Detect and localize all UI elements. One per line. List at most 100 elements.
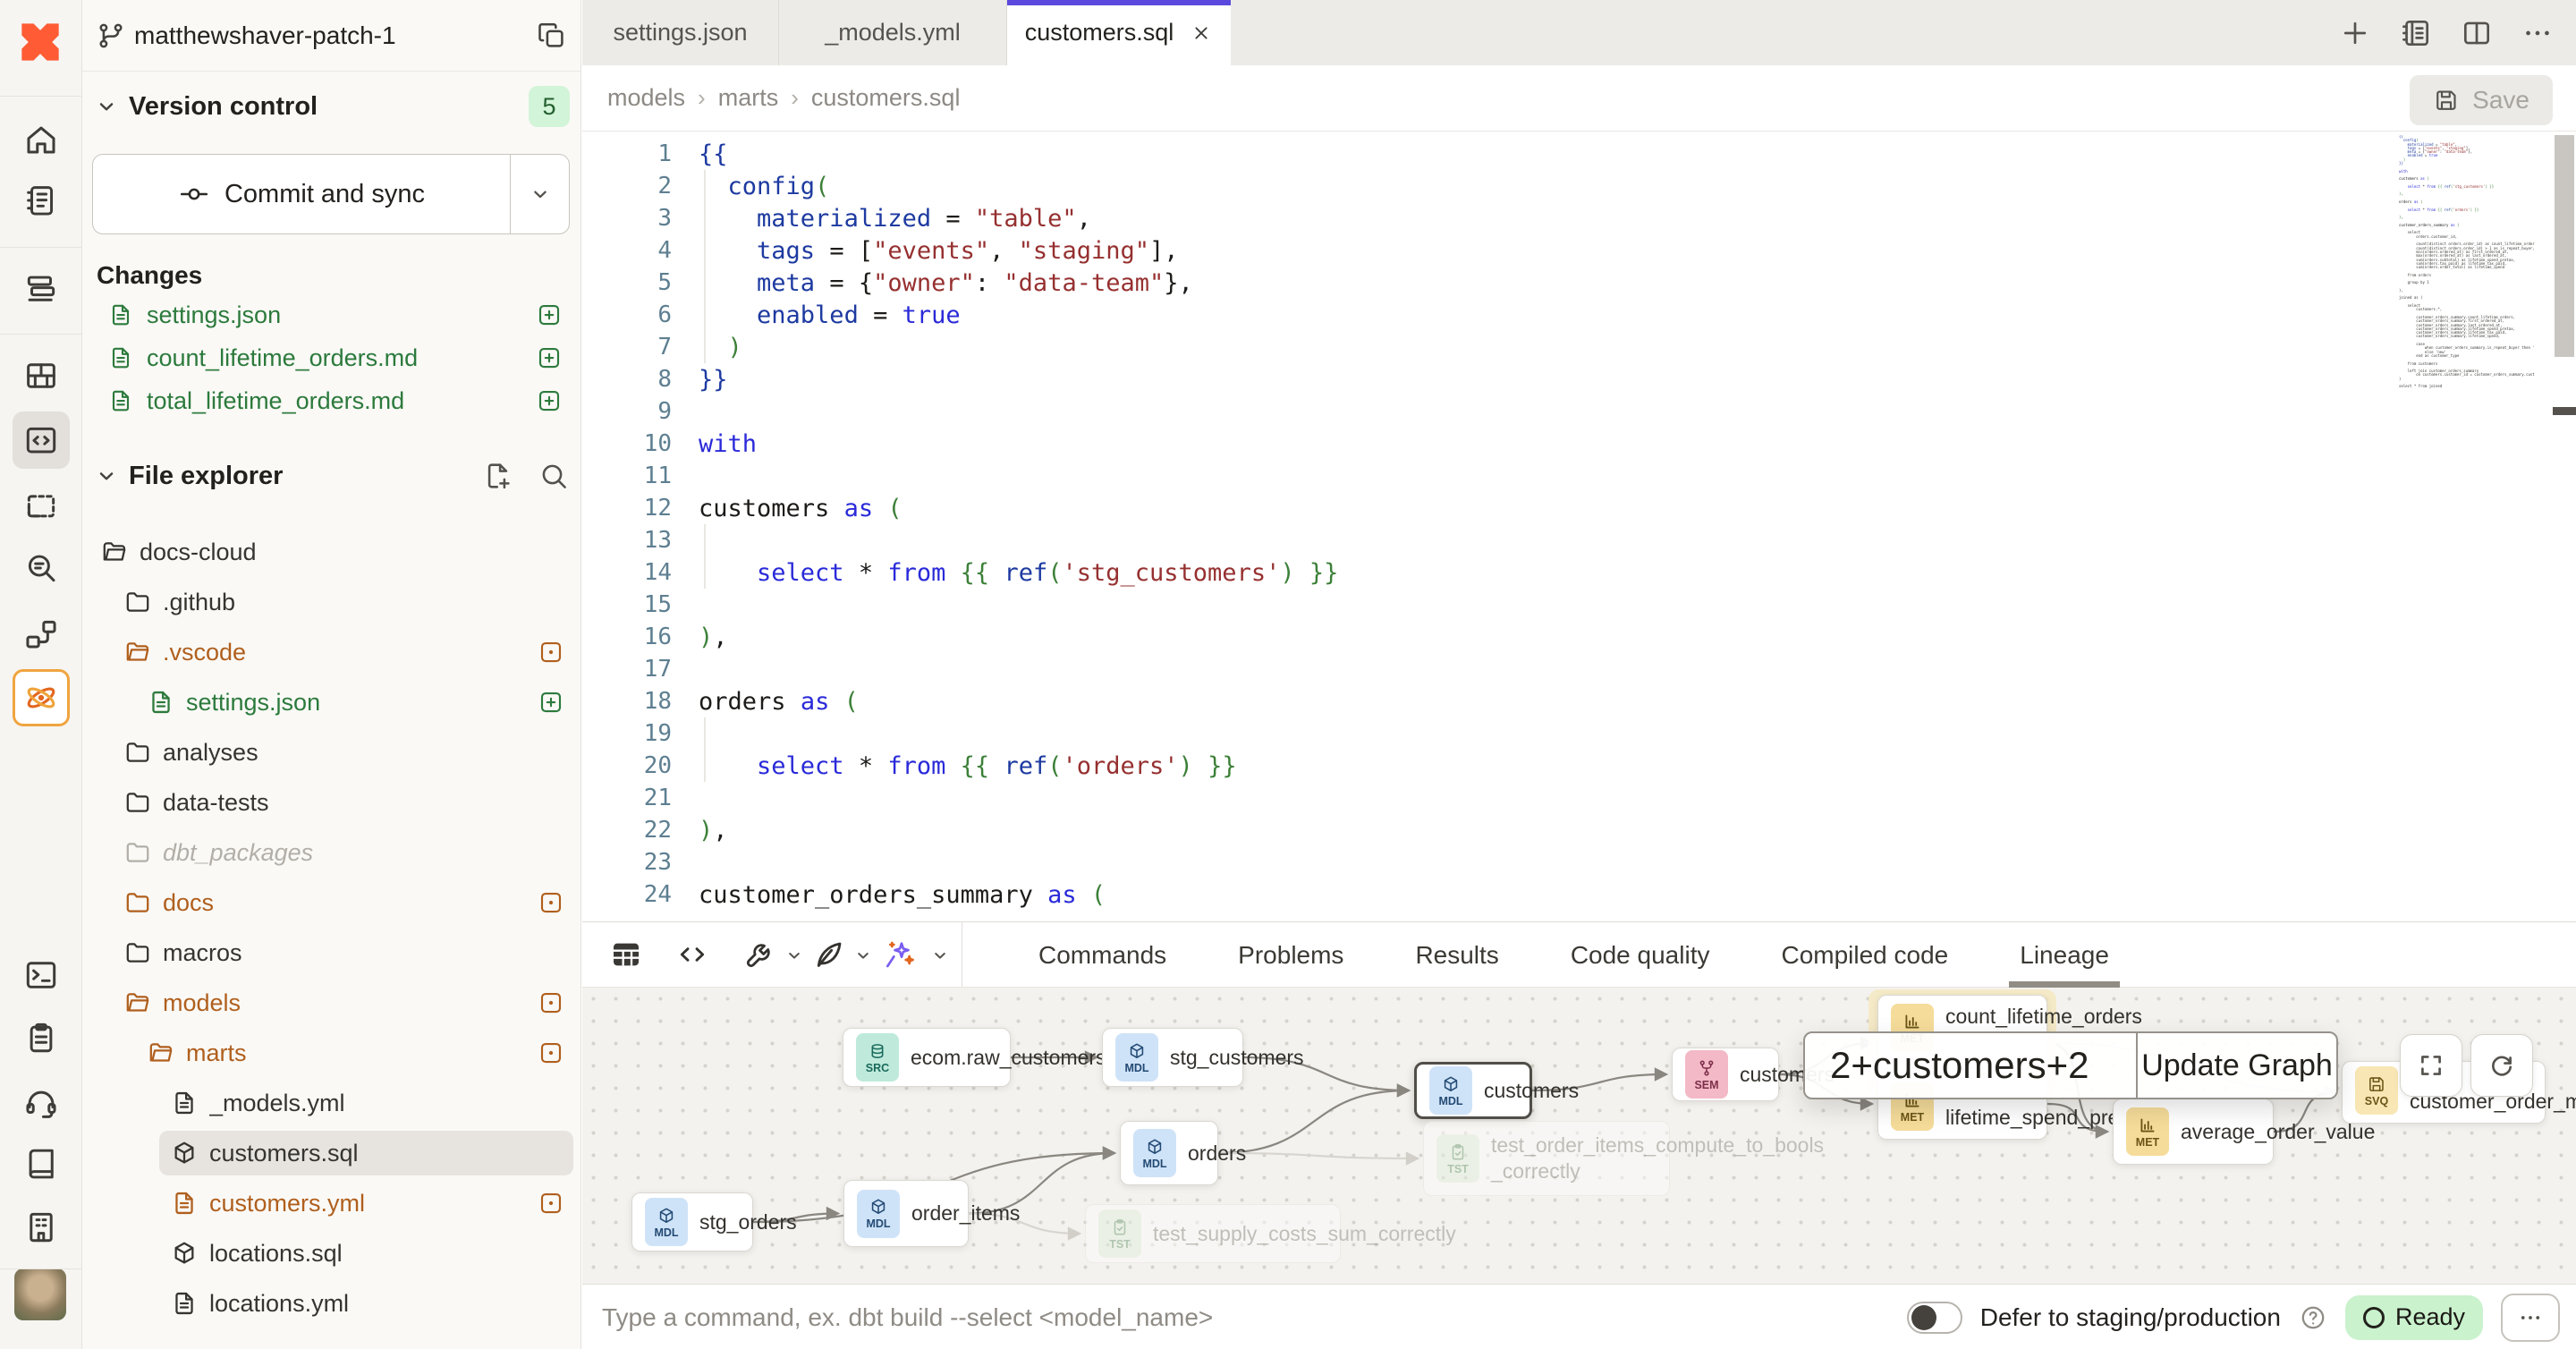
list-icon[interactable] [2399, 16, 2433, 50]
rail-item-flow[interactable] [13, 606, 70, 663]
chevron-down-icon[interactable] [784, 945, 805, 966]
chevron-down-icon[interactable] [929, 945, 951, 966]
tab-customers.sql[interactable]: customers.sql [1007, 0, 1231, 65]
tree-item-docs[interactable]: docs [82, 878, 580, 928]
wrench-icon[interactable] [741, 935, 780, 974]
rail-item-copilot[interactable] [13, 669, 70, 726]
modified-badge-icon[interactable] [536, 637, 566, 667]
commit-dropdown[interactable] [510, 155, 569, 233]
added-badge-icon[interactable] [534, 386, 564, 416]
lineage-search-input[interactable]: 2+customers+2 [1805, 1033, 2136, 1098]
tree-item-analyses[interactable]: analyses [82, 727, 580, 777]
breadcrumb-item[interactable]: marts [718, 84, 779, 112]
tree-item-.github[interactable]: .github [82, 577, 580, 627]
console-tab-commands[interactable]: Commands [1003, 922, 1202, 988]
tree-item-models[interactable]: models [82, 978, 580, 1028]
breadcrumb-item[interactable]: customers.sql [811, 84, 961, 112]
status-badge[interactable]: Ready [2345, 1295, 2483, 1340]
version-control-header[interactable]: Version control 5 [93, 86, 570, 127]
commit-and-sync-button[interactable]: Commit and sync [92, 154, 570, 234]
added-badge-icon[interactable] [534, 343, 564, 373]
rail-item-dashed-window[interactable] [13, 477, 70, 534]
rail-item-clipboard[interactable] [13, 1009, 70, 1066]
tree-item-macros[interactable]: macros [82, 928, 580, 978]
chevron-down-icon[interactable] [93, 93, 120, 120]
tree-item-data-tests[interactable]: data-tests [82, 777, 580, 827]
console-tab-compiled-code[interactable]: Compiled code [1745, 922, 1984, 988]
copy-icon[interactable] [536, 20, 568, 52]
modified-badge-icon[interactable] [536, 887, 566, 918]
plus-icon[interactable] [2338, 16, 2372, 50]
rail-item-grid[interactable] [13, 347, 70, 404]
lineage-node-raw_customers[interactable]: SRCecom.raw_customers [843, 1028, 1011, 1087]
help-icon[interactable] [2299, 1303, 2327, 1332]
lineage-canvas[interactable]: SRCecom.raw_customers MDLstg_customers MDL… [582, 988, 2576, 1284]
lineage-node-average_order_value[interactable]: METaverage_order_value [2113, 1099, 2274, 1165]
file-explorer-header[interactable]: File explorer [93, 460, 570, 492]
wand-icon[interactable] [881, 935, 920, 974]
modified-badge-icon[interactable] [536, 1188, 566, 1218]
added-badge-icon[interactable] [536, 687, 566, 717]
table-icon[interactable] [606, 935, 646, 974]
rail-item-code-window[interactable] [13, 411, 70, 469]
branch-selector[interactable]: matthewshaver-patch-1 [82, 0, 580, 72]
new-file-icon[interactable] [482, 460, 514, 492]
breadcrumb-item[interactable]: models [607, 84, 685, 112]
tab-_models.yml[interactable]: _models.yml [779, 0, 1007, 65]
update-graph-button[interactable]: Update Graph [2138, 1033, 2336, 1098]
tree-item-dbt_packages[interactable]: dbt_packages [82, 827, 580, 878]
tree-item-customers.sql[interactable]: customers.sql [82, 1128, 580, 1178]
tree-item-docs-cloud[interactable]: docs-cloud [82, 527, 580, 577]
console-tab-results[interactable]: Results [1379, 922, 1534, 988]
console-tab-lineage[interactable]: Lineage [1984, 922, 2145, 988]
split-icon[interactable] [2460, 16, 2494, 50]
code-editor[interactable]: 1{{2 config(3 materialized = "table",4 t… [582, 132, 2576, 921]
changed-file-row[interactable]: total_lifetime_orders.md [82, 379, 580, 422]
added-badge-icon[interactable] [534, 300, 564, 330]
tree-item-customers.yml[interactable]: customers.yml [82, 1178, 580, 1228]
lineage-node-test_supply[interactable]: TSTtest_supply_costs_sum_correctly [1085, 1204, 1341, 1263]
lineage-node-stg_orders[interactable]: MDLstg_orders [631, 1192, 753, 1251]
rail-item-search-doc[interactable] [13, 539, 70, 597]
save-button[interactable]: Save [2410, 75, 2553, 125]
lineage-node-orders[interactable]: MDLorders [1120, 1121, 1218, 1185]
tree-item-.vscode[interactable]: .vscode [82, 627, 580, 677]
defer-toggle[interactable] [1907, 1302, 1962, 1334]
chevron-down-icon[interactable] [852, 945, 874, 966]
tree-item-locations.sql[interactable]: locations.sql [82, 1228, 580, 1278]
fullscreen-button[interactable] [2400, 1034, 2462, 1097]
rail-item-building[interactable] [13, 1199, 70, 1256]
lineage-node-customers_sem[interactable]: SEMcustomers [1672, 1048, 1779, 1101]
rail-item-terminal[interactable] [13, 946, 70, 1004]
avatar[interactable] [14, 1268, 66, 1320]
close-icon[interactable] [1190, 21, 1213, 45]
lineage-node-stg_customers[interactable]: MDLstg_customers [1102, 1028, 1243, 1087]
lineage-node-order_items[interactable]: MDLorder_items [843, 1180, 969, 1247]
console-tab-problems[interactable]: Problems [1202, 922, 1379, 988]
rail-item-stack[interactable] [13, 260, 70, 318]
changed-file-row[interactable]: settings.json [82, 293, 580, 336]
editor-scrollbar[interactable] [2553, 132, 2576, 921]
more-options-button[interactable] [2501, 1294, 2560, 1342]
rail-item-book[interactable] [13, 1134, 70, 1192]
scrollbar-thumb[interactable] [2555, 135, 2574, 357]
modified-badge-icon[interactable] [536, 1038, 566, 1068]
tree-item-_models.yml[interactable]: _models.yml [82, 1078, 580, 1128]
lineage-node-customers[interactable]: MDLcustomers [1414, 1062, 1532, 1119]
editor-minimap[interactable]: {{ config( materialized = "table", tags … [2399, 135, 2535, 395]
command-input[interactable]: Type a command, ex. dbt build --select <… [602, 1285, 1213, 1349]
console-tab-code-quality[interactable]: Code quality [1535, 922, 1746, 988]
code-icon[interactable] [673, 935, 712, 974]
tree-item-locations.yml[interactable]: locations.yml [82, 1278, 580, 1328]
tree-item-settings.json[interactable]: settings.json [82, 677, 580, 727]
tree-item-marts[interactable]: marts [82, 1028, 580, 1078]
rail-item-headset[interactable] [13, 1074, 70, 1132]
lineage-node-test_order_items[interactable]: TSTtest_order_items_compute_to_bools _co… [1423, 1121, 1670, 1196]
search-icon[interactable] [538, 460, 570, 492]
ellipsis-icon[interactable] [2521, 16, 2555, 50]
tab-settings.json[interactable]: settings.json [582, 0, 779, 65]
refresh-button[interactable] [2470, 1034, 2533, 1097]
rail-item-home[interactable] [13, 111, 70, 168]
format-pen-icon[interactable] [809, 935, 849, 974]
changed-file-row[interactable]: count_lifetime_orders.md [82, 336, 580, 379]
